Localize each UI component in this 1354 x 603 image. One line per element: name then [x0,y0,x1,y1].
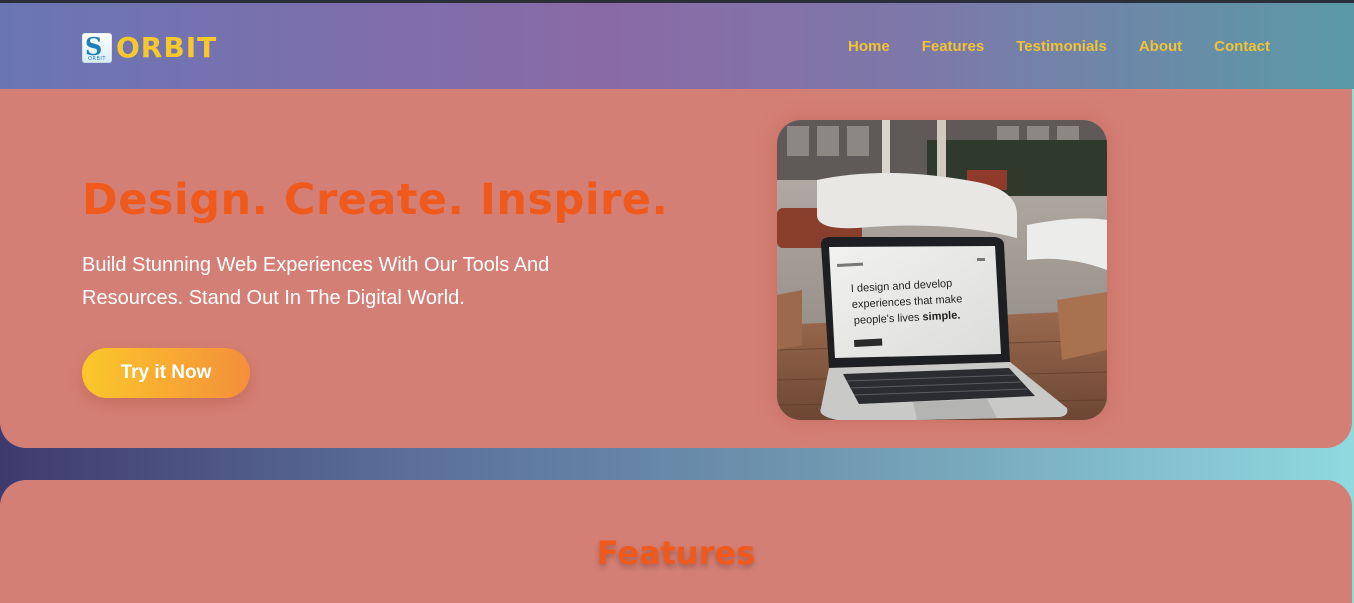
features-section: Features [0,480,1352,603]
try-it-now-button[interactable]: Try it Now [82,348,250,398]
brand-logo-link[interactable]: S ORBIT ORBIT [82,30,217,66]
hero-image: I design and develop experiences that ma… [777,120,1107,420]
hero-subtitle: Build Stunning Web Experiences With Our … [82,254,550,309]
hero-section: Design. Create. Inspire. Build Stunning … [0,89,1352,448]
hero-title: Design. Create. Inspire. [82,175,669,225]
brand-name: ORBIT [116,31,218,64]
laptop-screen-line3b: simple. [922,309,960,323]
orbit-logo-icon: S ORBIT [82,33,112,63]
nav-about[interactable]: About [1139,38,1182,55]
nav-features[interactable]: Features [922,38,985,55]
laptop-cafe-photo: I design and develop experiences that ma… [777,120,1107,420]
features-title: Features [596,534,756,572]
nav-home[interactable]: Home [848,38,890,55]
nav-testimonials[interactable]: Testimonials [1016,38,1107,55]
main-nav: Home Features Testimonials About Contact [848,38,1270,55]
logo-badge-text: ORBIT [88,56,106,62]
nav-contact[interactable]: Contact [1214,38,1270,55]
site-header: S ORBIT ORBIT Home Features Testimonials… [0,3,1354,89]
